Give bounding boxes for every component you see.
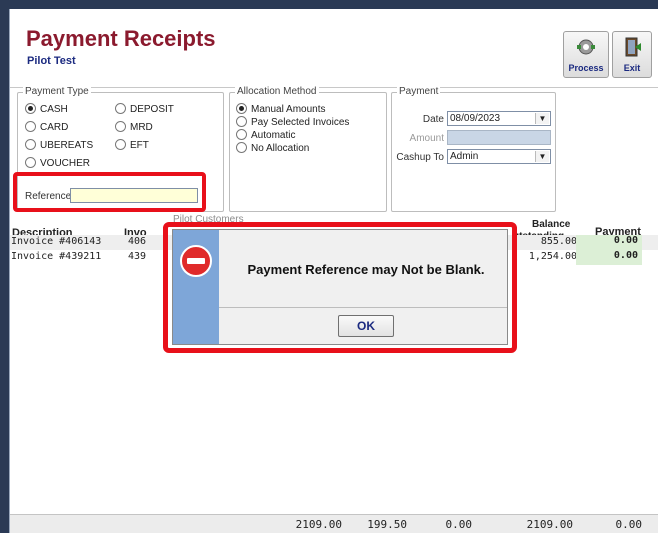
date-picker[interactable]: 08/09/2023 ▼ (447, 111, 551, 126)
process-button[interactable]: Process (563, 31, 609, 78)
radio-dot-icon (115, 139, 126, 150)
date-value: 08/09/2023 (450, 113, 501, 124)
radio-deposit[interactable]: DEPOSIT (115, 103, 174, 115)
row-invoice: 406 (128, 236, 147, 247)
chevron-down-icon[interactable]: ▼ (535, 113, 549, 124)
radio-automatic[interactable]: Automatic (236, 129, 295, 141)
total-balance: 2109.00 (526, 518, 573, 531)
totals-footer: 2109.00 199.50 0.00 2109.00 0.00 (10, 514, 658, 533)
total-invoice: 2109.00 (295, 518, 342, 531)
radio-no-allocation[interactable]: No Allocation (236, 142, 309, 154)
reference-highlight (13, 172, 206, 212)
total-payment: 0.00 (615, 518, 643, 531)
amount-label: Amount (409, 133, 444, 144)
radio-dot-icon (25, 139, 36, 150)
radio-dot-icon (25, 121, 36, 132)
total-credit: 0.00 (445, 518, 473, 531)
radio-voucher[interactable]: VOUCHER (25, 157, 90, 169)
radio-ubereats[interactable]: UBEREATS (25, 139, 93, 151)
radio-dot-icon (25, 157, 36, 168)
dialog-highlight (163, 222, 517, 353)
row-payment[interactable]: 0.00 (576, 250, 642, 265)
radio-card[interactable]: CARD (25, 121, 68, 133)
radio-dot-icon (25, 103, 36, 114)
payment-title: Payment (397, 86, 441, 97)
date-label: Date (422, 114, 444, 125)
radio-dot-icon (115, 121, 126, 132)
chevron-down-icon[interactable]: ▼ (535, 151, 549, 162)
total-paid: 199.50 (367, 518, 407, 531)
radio-dot-icon (236, 116, 247, 127)
row-balance: 1,254.00 (528, 251, 577, 262)
radio-dot-icon (236, 129, 247, 140)
header-divider (10, 87, 658, 88)
payment-type-title: Payment Type (23, 86, 91, 97)
radio-dot-icon (236, 103, 247, 114)
radio-dot-icon (236, 142, 247, 153)
payment-group: Payment Date 08/09/2023 ▼ Amount Cashup … (391, 86, 556, 212)
cashup-label: Cashup To (396, 152, 444, 163)
radio-mrd[interactable]: MRD (115, 121, 153, 133)
cashup-select[interactable]: Admin ▼ (447, 149, 551, 164)
row-description: Invoice #439211 (11, 251, 102, 262)
page-subtitle: Pilot Test (27, 55, 76, 67)
radio-manual-amounts[interactable]: Manual Amounts (236, 103, 326, 115)
row-balance: 855.00 (540, 236, 577, 247)
exit-button[interactable]: Exit (612, 31, 652, 78)
allocation-title: Allocation Method (235, 86, 319, 97)
radio-dot-icon (115, 103, 126, 114)
amount-input[interactable] (447, 130, 551, 145)
process-button-label: Process (568, 63, 604, 73)
allocation-method-group: Allocation Method Manual Amounts Pay Sel… (229, 86, 387, 212)
row-payment[interactable]: 0.00 (576, 235, 642, 250)
radio-eft[interactable]: EFT (115, 139, 149, 151)
radio-pay-selected[interactable]: Pay Selected Invoices (236, 116, 349, 128)
radio-cash[interactable]: CASH (25, 103, 68, 115)
cashup-value: Admin (450, 151, 479, 162)
exit-button-label: Exit (623, 63, 641, 73)
page-title: Payment Receipts (26, 26, 216, 51)
row-invoice: 439 (128, 251, 147, 262)
col-balance-line1: Balance (532, 219, 571, 230)
process-gear-icon (575, 36, 597, 60)
row-description: Invoice #406143 (11, 236, 102, 247)
exit-door-icon (621, 36, 643, 60)
